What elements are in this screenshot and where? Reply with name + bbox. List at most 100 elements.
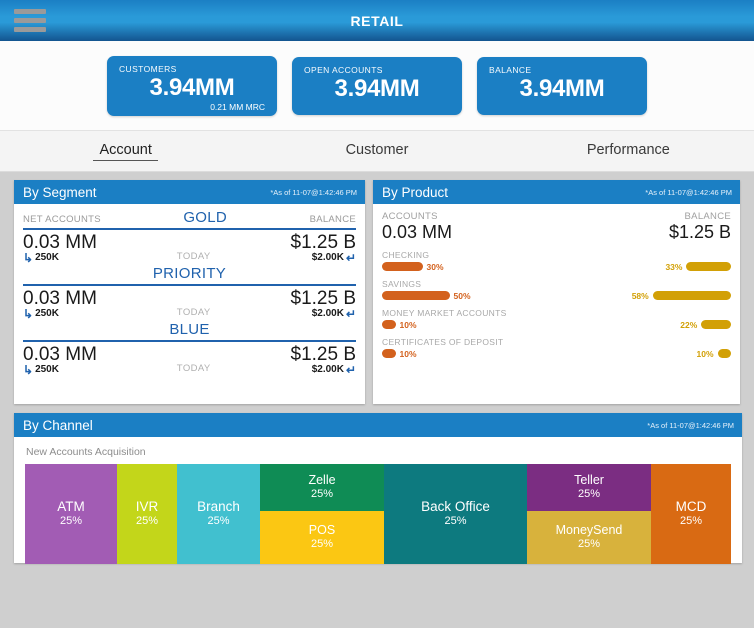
panel-header: By Channel *As of 11-07@1:42:46 PM [14,413,742,437]
segment-balance-delta: $2.00K [311,364,344,376]
segment-balance-value: $1.25 B [290,232,357,253]
hamburger-bar [14,18,46,23]
panel-by-channel: By Channel *As of 11-07@1:42:46 PM New A… [14,413,742,564]
product-balance-pct: 22% [680,319,698,330]
product-bar-pair: 50% 58% [382,291,731,301]
segment-row-blue: 0.03 MM ↳ 250K TODAY $1.25 B $2.00K ↵ [23,343,357,376]
kpi-value: 3.94MM [334,74,420,102]
channel-tile-name: ATM [57,498,85,514]
up-right-arrow-icon: ↵ [345,250,357,265]
channel-tile[interactable]: Back Office 25% [384,464,527,564]
bar-fill [382,349,396,359]
segment-divider [23,339,357,342]
product-accounts-bar: 50% [382,291,554,301]
product-balance-pct: 58% [631,290,649,301]
segment-row-priority: 0.03 MM ↳ 250K TODAY $1.25 B $2.00K ↵ [23,287,356,321]
product-col-accounts: ACCOUNTS [382,211,438,222]
tab-account[interactable]: Account [93,142,158,161]
channel-tile-pct: 25% [59,514,83,527]
product-balance-bar: 58% [559,291,731,301]
dashboard-body: By Segment *As of 11-07@1:42:46 PM NET A… [0,172,754,628]
hamburger-bar [14,9,46,14]
product-name: SAVINGS [382,278,422,289]
bar-fill [382,320,396,330]
channel-tile-name: Teller [574,473,604,488]
bar-fill [686,262,731,272]
channel-tile-name: MoneySend [555,523,623,538]
segment-divider [23,228,357,230]
segment-balance-delta: $2.00K [311,308,344,320]
segment-accounts-value: 0.03 MM [23,287,97,309]
channel-tile-pct: 25% [444,514,467,527]
channel-tile[interactable]: Teller 25% [527,464,651,511]
segment-tier-header-row: BLUE [23,321,356,338]
channel-tile[interactable]: POS 25% [260,511,384,564]
channel-tile[interactable]: Branch 25% [177,464,260,564]
product-accounts-pct: 50% [453,290,471,301]
hamburger-menu-icon[interactable] [14,9,46,32]
channel-tile[interactable]: MCD 25% [651,464,731,564]
segment-tier-name: GOLD [183,209,228,226]
product-bar-pair: 30% 33% [382,262,731,272]
panel-title: By Segment [23,184,97,200]
kpi-card-balance[interactable]: BALANCE 3.94MM [477,56,647,115]
channel-tile-name: Back Office [421,498,490,514]
kpi-subvalue: 0.21 MM MRC [210,101,265,112]
down-right-arrow-icon: ↳ [23,306,34,321]
kpi-strip: CUSTOMERS 3.94MM 0.21 MM MRC OPEN ACCOUN… [0,41,754,131]
channel-tile[interactable]: Zelle 25% [260,464,384,511]
channel-tile[interactable]: ATM 25% [25,464,117,564]
segment-accounts-delta: 250K [35,364,59,376]
kpi-card-open-accounts[interactable]: OPEN ACCOUNTS 3.94MM [292,56,462,115]
tab-performance[interactable]: Performance [581,142,676,160]
product-accounts-pct: 10% [399,319,417,330]
product-accounts-bar: 30% [382,262,554,272]
segment-balance-value: $1.25 B [290,343,357,365]
product-balance-bar: 10% [559,349,731,359]
channel-tile-name: Branch [197,498,240,514]
panel-by-segment: By Segment *As of 11-07@1:42:46 PM NET A… [14,180,366,404]
panel-by-product: By Product *As of 11-07@1:42:46 PM ACCOU… [373,180,740,404]
segment-divider [23,283,357,286]
segment-today-label: TODAY [176,362,211,374]
panel-title: By Product [382,184,449,200]
panel-header: By Product *As of 11-07@1:42:46 PM [373,180,740,204]
segment-col-net-accounts: NET ACCOUNTS [23,214,101,225]
segment-accounts-delta: 250K [35,252,59,264]
app-header: RETAIL [0,0,754,41]
channel-tile-pct: 25% [207,514,230,527]
channel-tile-name: POS [308,523,336,538]
product-item-list: CHECKING 30% 33% SAVINGS 50% 58% MONEY MARKET … [382,250,731,359]
panel-title: By Channel [23,417,93,433]
product-balance-bar: 33% [559,262,731,272]
channel-tile-pct: 25% [577,537,601,550]
tab-customer[interactable]: Customer [340,142,415,160]
product-accounts-pct: 10% [399,348,417,359]
down-right-arrow-icon: ↳ [23,250,34,265]
segment-tier-header-row: PRIORITY [23,265,356,282]
kpi-card-customers[interactable]: CUSTOMERS 3.94MM 0.21 MM MRC [107,55,277,116]
bar-fill [652,291,731,301]
kpi-label: BALANCE [489,64,532,75]
segment-row-gold: 0.03 MM ↳ 250K TODAY $1.25 B $2.00K ↵ [23,233,356,264]
channel-tile-stack: Teller 25% MoneySend 25% [527,464,651,564]
product-accounts-bar: 10% [382,349,554,359]
channel-tile-stack: Zelle 25% POS 25% [260,464,384,564]
product-body: ACCOUNTS 0.03 MM BALANCE $1.25 B CHECKIN… [373,204,740,359]
segment-accounts-delta: 250K [35,308,59,320]
channel-tile[interactable]: MoneySend 25% [527,511,651,564]
segment-col-balance: BALANCE [309,214,357,225]
segment-accounts-value: 0.03 MM [23,232,97,253]
tab-bar: Account Customer Performance [0,131,754,172]
kpi-value: 3.94MM [149,73,235,101]
bar-fill [382,262,423,272]
hamburger-bar [14,27,46,32]
segment-column-header-row: NET ACCOUNTS GOLD BALANCE [23,209,356,226]
channel-tile[interactable]: IVR 25% [117,464,177,564]
channel-tile-name: IVR [135,498,159,514]
channel-tile-pct: 25% [577,487,601,500]
product-bar-pair: 10% 22% [382,320,731,330]
product-accounts-total: 0.03 MM [382,222,453,242]
product-name: MONEY MARKET ACCOUNTS [382,307,507,318]
segment-body: NET ACCOUNTS GOLD BALANCE 0.03 MM ↳ 250K… [14,204,365,376]
